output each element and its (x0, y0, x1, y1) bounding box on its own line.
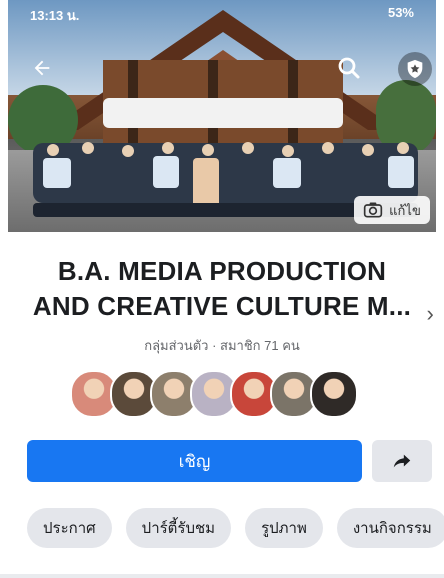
search-button[interactable] (336, 55, 362, 81)
tab-events[interactable]: งานกิจกรรม (336, 508, 444, 548)
group-title[interactable]: B.A. MEDIA PRODUCTION AND CREATIVE CULTU… (0, 254, 444, 326)
admin-badge-icon (407, 59, 423, 79)
member-avatar[interactable] (310, 370, 358, 418)
invite-button[interactable]: เชิญ (27, 440, 362, 482)
status-bar: 13:13 น. 53% (8, 0, 436, 23)
back-button[interactable] (30, 56, 54, 80)
share-button[interactable] (372, 440, 432, 482)
group-meta[interactable]: กลุ่มส่วนตัว · สมาชิก 71 คน (0, 335, 444, 356)
group-title-line1: B.A. MEDIA PRODUCTION (57, 256, 387, 286)
edit-cover-label: แก้ไข (389, 202, 421, 218)
tab-watch-party[interactable]: ปาร์ตี้รับชม (125, 508, 232, 548)
back-arrow-icon (34, 60, 50, 76)
status-time: 13:13 น. (30, 8, 80, 23)
status-battery: 53% (387, 5, 414, 20)
section-divider (0, 574, 444, 578)
chevron-right-icon: › (426, 301, 434, 326)
camera-icon (363, 202, 383, 218)
tab-photos[interactable]: รูปภาพ (245, 508, 323, 548)
share-arrow-icon (393, 454, 411, 468)
admin-badge-button[interactable] (398, 52, 432, 86)
search-icon (338, 57, 360, 79)
group-tabs: ประกาศ ปาร์ตี้รับชม รูปภาพ งานกิจกรรม (27, 508, 444, 548)
edit-cover-button[interactable]: แก้ไข (354, 196, 430, 224)
invite-button-label: เชิญ (178, 451, 211, 471)
member-avatars[interactable] (70, 370, 358, 420)
tab-announcements[interactable]: ประกาศ (27, 508, 112, 548)
group-title-line2: AND CREATIVE CULTURE M... (32, 291, 412, 321)
